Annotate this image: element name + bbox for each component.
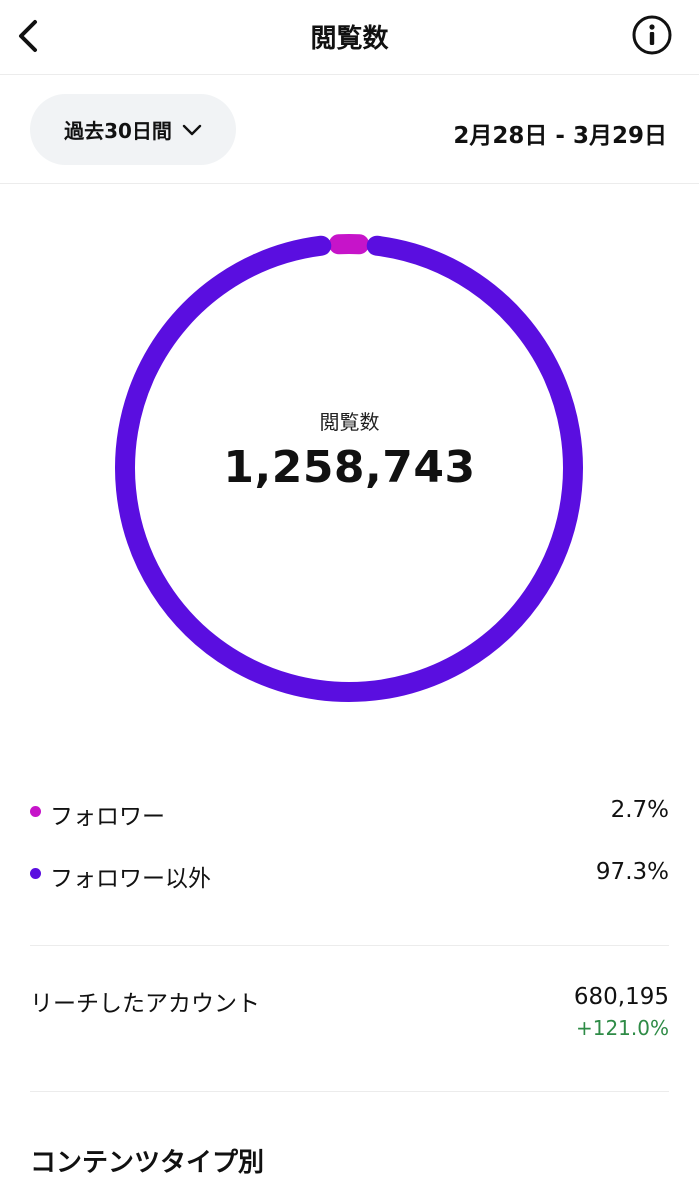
info-button[interactable]: [631, 14, 673, 56]
page-title: 閲覧数: [310, 24, 389, 54]
non-followers-dot: [30, 868, 41, 879]
legend-label-non-followers: フォロワー以外: [50, 866, 211, 892]
chevron-left-icon: [19, 20, 37, 52]
reach-label: リーチしたアカウント: [30, 991, 260, 1017]
back-button[interactable]: [6, 10, 50, 62]
reach-row[interactable]: リーチしたアカウント 680,195 +121.0%: [30, 978, 669, 1048]
info-circle-icon: [632, 15, 672, 55]
top-bar: 閲覧数: [0, 0, 699, 75]
content-type-title: コンテンツタイプ別: [30, 1148, 265, 1178]
date-range: 2月28日 - 3月29日: [453, 123, 667, 149]
reach-change: +121.0%: [575, 1016, 669, 1040]
legend-value-non-followers: 97.3%: [595, 859, 669, 885]
filter-bar: 過去30日間 2月28日 - 3月29日: [0, 76, 699, 184]
legend-row-non-followers: フォロワー以外 97.3%: [30, 853, 669, 893]
reach-value: 680,195: [573, 984, 669, 1010]
views-donut-chart: 閲覧数 1,258,743: [0, 184, 699, 744]
period-label: 過去30日間: [64, 119, 172, 143]
followers-dot: [30, 806, 41, 817]
period-selector[interactable]: 過去30日間: [30, 94, 236, 165]
donut-center-value: 1,258,743: [223, 442, 476, 493]
divider: [30, 1091, 669, 1092]
legend-value-followers: 2.7%: [610, 797, 669, 823]
donut-center-label: 閲覧数: [319, 410, 380, 434]
legend-label-followers: フォロワー: [50, 804, 165, 830]
divider: [30, 945, 669, 946]
legend-row-followers: フォロワー 2.7%: [30, 791, 669, 831]
chevron-down-icon: [182, 124, 202, 135]
